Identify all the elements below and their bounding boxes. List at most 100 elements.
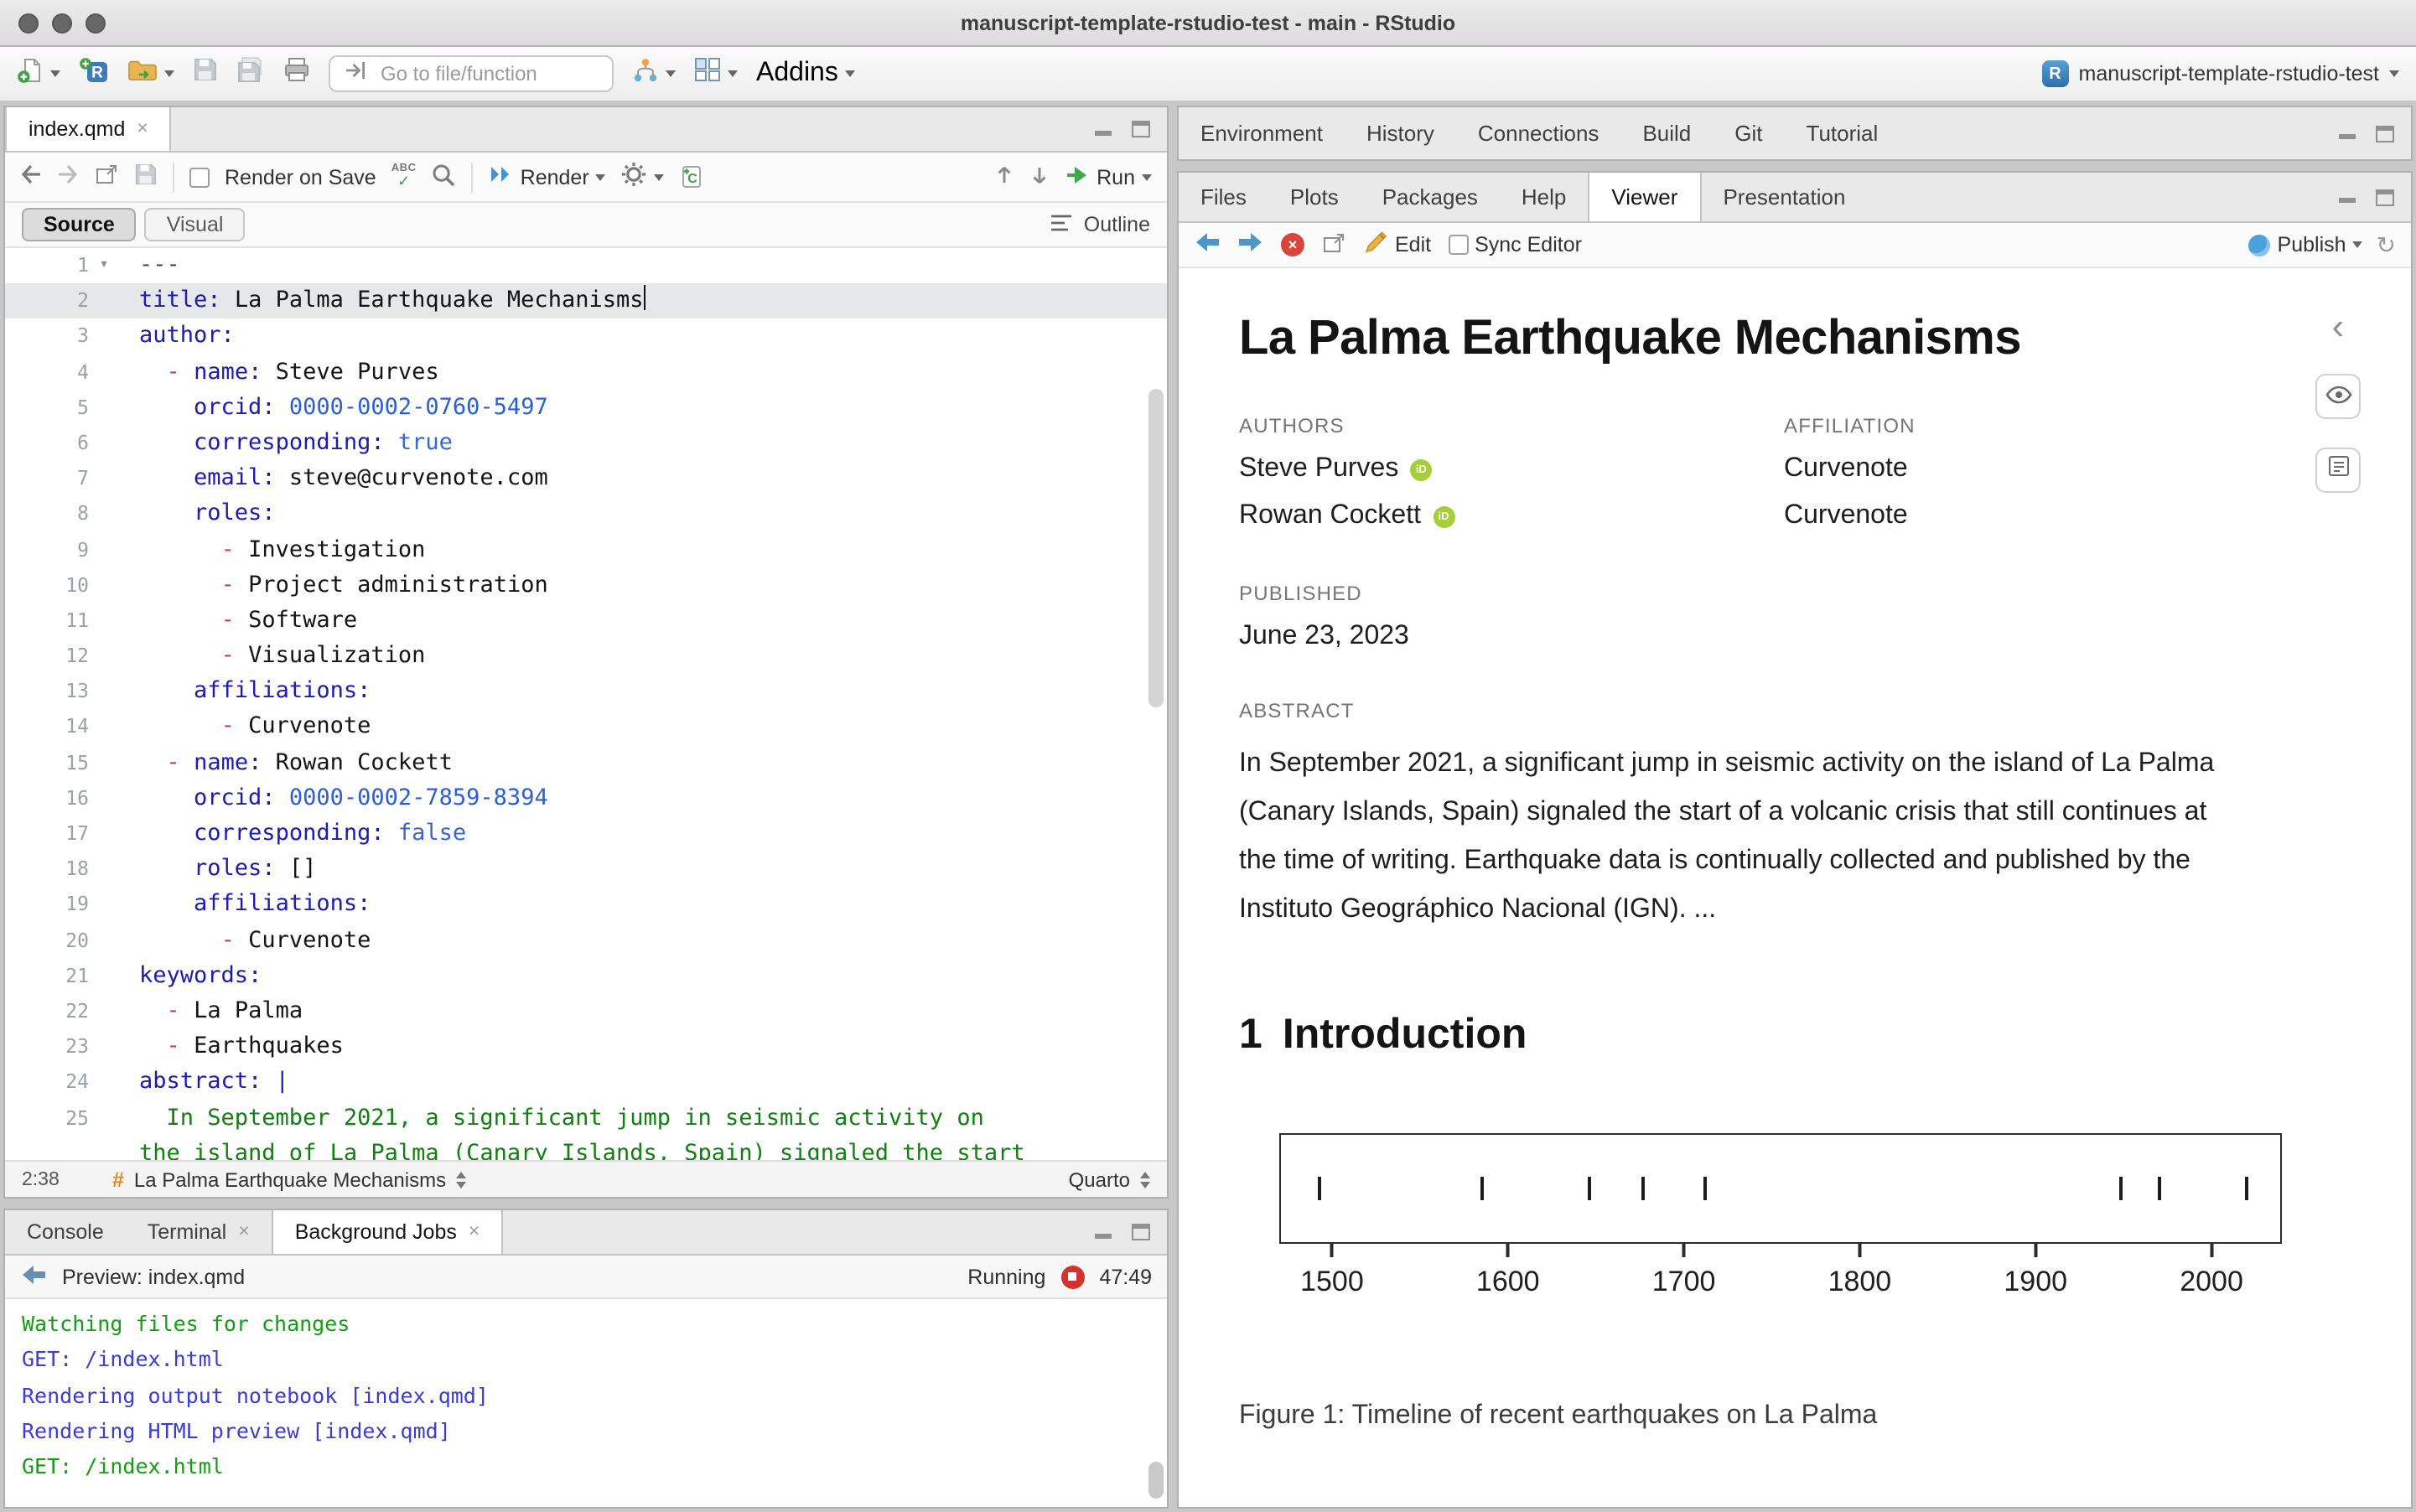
tab-connections[interactable]: Connections: [1456, 107, 1621, 159]
back-icon[interactable]: [20, 164, 42, 189]
print-button[interactable]: [283, 57, 310, 91]
collapse-chevron-icon[interactable]: ‹: [2332, 308, 2345, 345]
forward-icon[interactable]: [57, 164, 79, 189]
workspace-panes-button[interactable]: [694, 57, 738, 91]
popout-window-icon[interactable]: [94, 163, 119, 191]
code-line[interactable]: 21keywords:: [5, 959, 1167, 994]
code-line[interactable]: 15 - name: Rowan Cockett: [5, 745, 1167, 780]
viewer-forward-icon[interactable]: [1237, 231, 1264, 258]
tab-background-jobs[interactable]: Background Jobs ×: [272, 1210, 504, 1254]
minimize-pane-icon[interactable]: [2339, 188, 2357, 206]
stop-job-icon[interactable]: [1060, 1265, 1084, 1288]
tab-packages[interactable]: Packages: [1361, 173, 1500, 221]
close-icon[interactable]: ×: [137, 119, 148, 139]
code-line[interactable]: 5 orcid: 0000-0002-0760-5497: [5, 391, 1167, 426]
sync-editor-checkbox[interactable]: [1448, 235, 1468, 255]
code-line[interactable]: 8 roles:: [5, 497, 1167, 532]
minimize-window-button[interactable]: [52, 13, 72, 34]
tab-viewer[interactable]: Viewer: [1588, 173, 1701, 221]
render-on-save-checkbox[interactable]: [189, 167, 210, 187]
minimize-pane-icon[interactable]: [1095, 1223, 1113, 1241]
refresh-icon[interactable]: ↻: [2377, 233, 2396, 256]
maximize-pane-icon[interactable]: [1132, 1224, 1150, 1240]
previous-chunk-icon[interactable]: [994, 163, 1014, 190]
code-line[interactable]: 24abstract: |: [5, 1065, 1167, 1100]
code-line[interactable]: 14 - Curvenote: [5, 710, 1167, 745]
code-line[interactable]: 20 - Curvenote: [5, 923, 1167, 958]
save-all-button[interactable]: [236, 57, 265, 91]
render-button[interactable]: Render: [489, 163, 606, 191]
code-line[interactable]: 10 - Project administration: [5, 567, 1167, 603]
console-scrollbar[interactable]: [1148, 1462, 1164, 1499]
visual-mode-button[interactable]: Visual: [145, 208, 246, 241]
search-icon[interactable]: [432, 162, 457, 192]
maximize-pane-icon[interactable]: [2376, 189, 2394, 205]
notes-button[interactable]: [2315, 448, 2361, 493]
tab-terminal[interactable]: Terminal ×: [126, 1210, 272, 1254]
tab-plots[interactable]: Plots: [1268, 173, 1361, 221]
tab-help[interactable]: Help: [1500, 173, 1589, 221]
edit-button[interactable]: Edit: [1363, 230, 1431, 260]
project-menu[interactable]: R manuscript-template-rstudio-test: [2042, 60, 2399, 87]
code-line[interactable]: 1▾---: [5, 248, 1167, 283]
code-line[interactable]: 18 roles: []: [5, 852, 1167, 887]
save-button[interactable]: [193, 57, 218, 91]
code-line[interactable]: 3author:: [5, 319, 1167, 355]
code-line[interactable]: 9 - Investigation: [5, 532, 1167, 567]
code-editor[interactable]: 1▾---2title: La Palma Earthquake Mechani…: [5, 248, 1167, 1160]
tab-index-qmd[interactable]: index.qmd ×: [5, 107, 172, 151]
close-icon[interactable]: ×: [469, 1222, 480, 1242]
tab-build[interactable]: Build: [1620, 107, 1713, 159]
code-line[interactable]: 6 corresponding: true: [5, 426, 1167, 461]
zoom-window-button[interactable]: [86, 13, 106, 34]
spellcheck-icon[interactable]: ABC✓: [391, 165, 417, 189]
back-icon[interactable]: [20, 1263, 47, 1290]
insert-chunk-icon[interactable]: C: [680, 164, 705, 189]
new-project-button[interactable]: R: [79, 56, 109, 91]
tab-tutorial[interactable]: Tutorial: [1785, 107, 1900, 159]
code-line[interactable]: 2title: La Palma Earthquake Mechanisms: [5, 283, 1167, 318]
maximize-pane-icon[interactable]: [2376, 125, 2394, 142]
outline-button[interactable]: Outline: [1050, 212, 1150, 237]
fold-icon[interactable]: ▾: [89, 248, 119, 283]
maximize-pane-icon[interactable]: [1132, 121, 1150, 137]
tab-environment[interactable]: Environment: [1179, 107, 1345, 159]
section-navigator[interactable]: # La Palma Earthquake Mechanisms: [112, 1168, 466, 1191]
orcid-icon[interactable]: iD: [1410, 458, 1432, 480]
code-line[interactable]: 22 - La Palma: [5, 994, 1167, 1029]
code-line[interactable]: 4 - name: Steve Purves: [5, 355, 1167, 390]
tab-files[interactable]: Files: [1179, 173, 1268, 221]
code-line[interactable]: 11 - Software: [5, 603, 1167, 639]
viewer-back-icon[interactable]: [1194, 231, 1221, 258]
close-window-button[interactable]: [18, 13, 39, 34]
orcid-icon[interactable]: iD: [1433, 505, 1454, 527]
open-file-button[interactable]: [127, 58, 174, 90]
tab-console[interactable]: Console: [5, 1210, 126, 1254]
render-settings-button[interactable]: [621, 161, 665, 193]
editor-scrollbar[interactable]: [1148, 389, 1164, 707]
code-line[interactable]: 13 affiliations:: [5, 675, 1167, 710]
version-control-button[interactable]: [632, 56, 676, 91]
addins-menu[interactable]: Addins: [756, 59, 855, 89]
new-file-button[interactable]: [17, 56, 60, 91]
tab-history[interactable]: History: [1345, 107, 1456, 159]
next-chunk-icon[interactable]: [1029, 163, 1050, 190]
code-line[interactable]: 25 In September 2021, a significant jump…: [5, 1100, 1167, 1136]
sync-editor-control[interactable]: Sync Editor: [1448, 233, 1582, 256]
minimize-pane-icon[interactable]: [2339, 124, 2357, 142]
code-line[interactable]: 16 orcid: 0000-0002-7859-8394: [5, 781, 1167, 816]
source-mode-button[interactable]: Source: [22, 208, 137, 241]
close-icon[interactable]: ×: [238, 1222, 249, 1242]
run-button[interactable]: Run: [1065, 163, 1152, 190]
minimize-pane-icon[interactable]: [1095, 120, 1113, 138]
filetype-selector[interactable]: Quarto: [1069, 1168, 1150, 1191]
code-line[interactable]: 7 email: steve@curvenote.com: [5, 461, 1167, 496]
code-line[interactable]: the island of La Palma (Canary Islands, …: [5, 1136, 1167, 1160]
popout-window-icon[interactable]: [1321, 230, 1346, 259]
publish-button[interactable]: Publish: [2249, 233, 2363, 256]
tab-presentation[interactable]: Presentation: [1701, 173, 1867, 221]
console-output-area[interactable]: Watching files for changesGET: /index.ht…: [5, 1299, 1167, 1507]
goto-file-input[interactable]: [377, 60, 599, 87]
stop-icon[interactable]: ×: [1281, 233, 1304, 256]
code-line[interactable]: 23 - Earthquakes: [5, 1029, 1167, 1064]
